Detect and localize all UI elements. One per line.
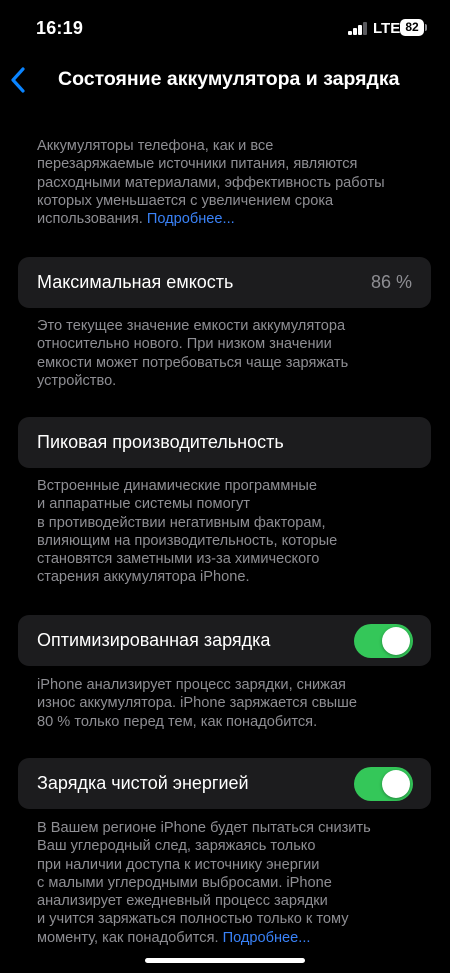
description-line: при наличии доступа к источнику энергии bbox=[37, 856, 320, 873]
description-line: и аппаратные системы помогут bbox=[37, 496, 250, 513]
description-line: В Вашем регионе iPhone будет пытаться сн… bbox=[37, 820, 371, 836]
optimized-charging-description: iPhone анализирует процесс зарядки, сниж… bbox=[37, 676, 412, 731]
description-line: 80 % только перед тем, как понадобится. bbox=[37, 713, 318, 730]
description-line: моменту, как понадобится. bbox=[37, 929, 219, 946]
max-capacity-description: Это текущее значение емкости аккумулятор… bbox=[37, 317, 412, 390]
back-button[interactable] bbox=[6, 62, 36, 98]
learn-more-link[interactable]: Подробнее... bbox=[147, 211, 235, 227]
description-line: iPhone анализирует процесс зарядки, сниж… bbox=[37, 677, 346, 693]
intro-line: расходными материалами, эффективность ра… bbox=[37, 174, 385, 191]
intro-line: использования. bbox=[37, 211, 143, 228]
toggle-knob bbox=[382, 627, 410, 655]
peak-performance-label: Пиковая производительность bbox=[37, 432, 284, 452]
peak-performance-description: Встроенные динамические программные и ап… bbox=[37, 477, 412, 587]
description-line: Это текущее значение емкости аккумулятор… bbox=[37, 318, 346, 334]
network-type: LTE bbox=[373, 20, 401, 37]
status-time: 16:19 bbox=[36, 18, 84, 38]
description-line: Встроенные динамические программные bbox=[37, 478, 318, 494]
learn-more-link[interactable]: Подробнее... bbox=[223, 930, 311, 946]
description-line: старения аккумулятора iPhone. bbox=[37, 569, 250, 586]
description-line: устройство. bbox=[37, 372, 117, 389]
clean-energy-charging-description: В Вашем регионе iPhone будет пытаться сн… bbox=[37, 819, 412, 947]
intro-line: Аккумуляторы телефона, как и все bbox=[37, 138, 274, 154]
description-line: становятся заметными из-за химического bbox=[37, 551, 320, 568]
home-indicator[interactable] bbox=[145, 958, 305, 963]
max-capacity-label: Максимальная емкость bbox=[37, 272, 234, 292]
optimized-charging-label: Оптимизированная зарядка bbox=[37, 630, 271, 650]
description-line: влияющим на производительность, которые bbox=[37, 532, 338, 549]
max-capacity-value: 86 % bbox=[370, 272, 412, 292]
description-line: в противодействии негативным факторам, bbox=[37, 514, 326, 531]
intro-line: которых уменьшается с увеличением срока bbox=[37, 192, 334, 209]
optimized-charging-row: Оптимизированная зарядка bbox=[18, 615, 431, 666]
optimized-charging-toggle[interactable] bbox=[354, 624, 413, 658]
intro-description: Аккумуляторы телефона, как и все перезар… bbox=[37, 137, 412, 228]
cellular-signal-icon bbox=[348, 22, 368, 35]
description-line: износ аккумулятора. iPhone заряжается св… bbox=[37, 695, 357, 712]
description-line: Ваш углеродный след, заряжаясь только bbox=[37, 838, 316, 855]
battery-tip bbox=[425, 24, 427, 31]
description-line: и учится заряжаться полностью только к т… bbox=[37, 911, 349, 928]
description-line: емкости может потребоваться чаще заряжат… bbox=[37, 354, 349, 371]
battery-icon: 82 bbox=[400, 19, 424, 36]
intro-line: перезаряжаемые источники питания, являют… bbox=[37, 156, 358, 173]
clean-energy-charging-toggle[interactable] bbox=[354, 767, 413, 801]
chevron-left-icon bbox=[11, 67, 25, 93]
description-line: относительно нового. При низком значении bbox=[37, 336, 332, 353]
max-capacity-row: Максимальная емкость 86 % bbox=[18, 257, 431, 308]
description-line: анализирует ежедневный процесс зарядки bbox=[37, 893, 328, 910]
status-bar: 16:19 LTE 82 bbox=[0, 0, 450, 56]
toggle-knob bbox=[382, 770, 410, 798]
clean-energy-charging-row: Зарядка чистой энергией bbox=[18, 758, 431, 809]
page-title: Состояние аккумулятора и зарядка bbox=[58, 68, 400, 90]
clean-energy-charging-label: Зарядка чистой энергией bbox=[37, 773, 249, 793]
peak-performance-row[interactable]: Пиковая производительность bbox=[18, 417, 431, 468]
description-line: с малыми углеродными выбросами. iPhone bbox=[37, 874, 332, 891]
